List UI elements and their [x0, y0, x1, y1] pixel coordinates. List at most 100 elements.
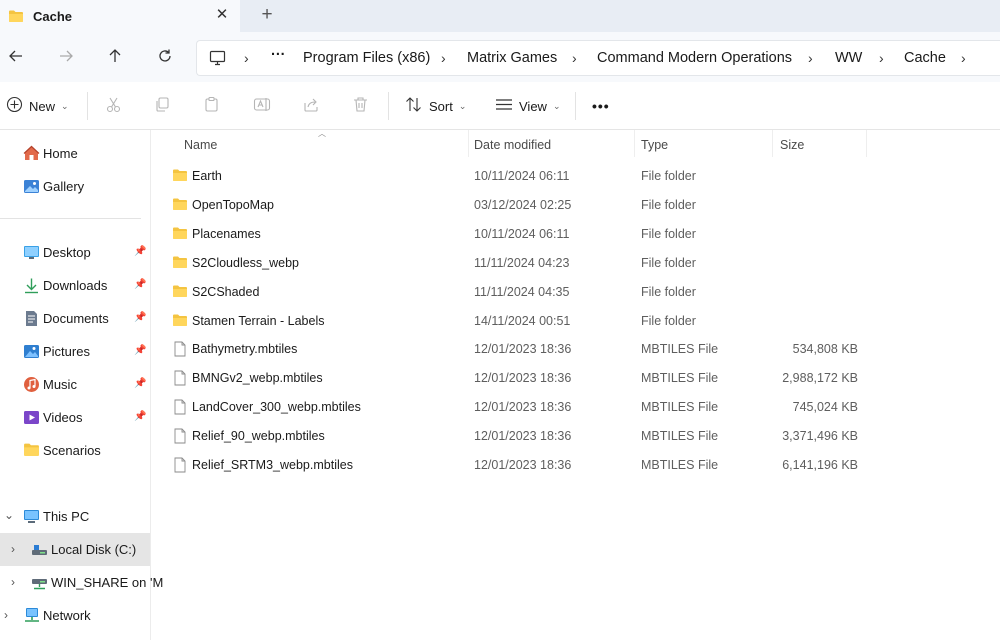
- column-header-type[interactable]: Type: [641, 138, 668, 152]
- file-icon: [172, 399, 188, 415]
- file-icon: [172, 428, 188, 444]
- chevron-down-icon[interactable]: ⌄: [4, 508, 14, 522]
- file-row[interactable]: Stamen Terrain - Labels 14/11/2024 00:51 F…: [152, 307, 1000, 336]
- folder-icon: [172, 284, 188, 300]
- breadcrumb-overflow[interactable]: ···: [271, 47, 286, 63]
- sidebar-item-downloads[interactable]: Downloads 📌: [0, 269, 150, 302]
- file-type: MBTILES File: [641, 371, 719, 386]
- file-date-modified: 12/01/2023 18:36: [474, 371, 572, 386]
- breadcrumb-current[interactable]: Cache: [904, 50, 946, 66]
- file-row[interactable]: Bathymetry.mbtiles 12/01/2023 18:36 MBTILE…: [152, 335, 1000, 364]
- share-icon: [303, 96, 320, 116]
- rename-button[interactable]: [253, 94, 271, 118]
- navigation-bar: › ··· Program Files (x86) › Matrix Games…: [0, 32, 1000, 82]
- refresh-icon: [157, 48, 173, 67]
- sidebar-item-scenarios[interactable]: Scenarios: [0, 434, 150, 467]
- file-row[interactable]: S2CShaded 11/11/2024 04:35 File folder: [152, 278, 1000, 307]
- breadcrumb-item[interactable]: Matrix Games: [467, 50, 557, 66]
- file-row[interactable]: Placenames 10/11/2024 06:11 File folder: [152, 220, 1000, 249]
- address-bar[interactable]: › ··· Program Files (x86) › Matrix Games…: [196, 40, 1000, 76]
- divider: [87, 92, 88, 120]
- pin-icon[interactable]: 📌: [134, 345, 146, 356]
- column-divider[interactable]: [468, 130, 469, 157]
- close-tab-icon[interactable]: ✕: [213, 6, 231, 24]
- sidebar-item-home[interactable]: Home: [0, 137, 150, 170]
- tab-cache[interactable]: Cache ✕: [0, 0, 240, 32]
- sidebar-item-music[interactable]: Music 📌: [0, 368, 150, 401]
- refresh-button[interactable]: [153, 45, 177, 69]
- pin-icon[interactable]: 📌: [134, 378, 146, 389]
- chevron-right-icon[interactable]: ›: [11, 575, 15, 589]
- sidebar-item-gallery[interactable]: Gallery: [0, 170, 150, 203]
- file-type: File folder: [641, 226, 696, 241]
- file-row[interactable]: S2Cloudless_webp 11/11/2024 04:23 File fol…: [152, 249, 1000, 278]
- up-button[interactable]: [103, 45, 127, 69]
- file-row[interactable]: Relief_90_webp.mbtiles 12/01/2023 18:36 MB…: [152, 422, 1000, 451]
- pictures-icon: [23, 343, 40, 360]
- view-label: View: [519, 98, 547, 114]
- delete-button[interactable]: [352, 94, 369, 118]
- sidebar-item-local-disk[interactable]: › Local Disk (C:): [0, 533, 150, 566]
- scissors-icon: [105, 96, 122, 116]
- paste-button[interactable]: [203, 94, 220, 118]
- file-row[interactable]: Earth 10/11/2024 06:11 File folder: [152, 162, 1000, 191]
- breadcrumb-separator[interactable]: ›: [808, 50, 813, 66]
- column-header-date[interactable]: Date modified: [474, 138, 551, 152]
- breadcrumb-item[interactable]: Command Modern Operations: [597, 50, 792, 66]
- file-date-modified: 10/11/2024 06:11: [474, 226, 570, 241]
- column-header-size[interactable]: Size: [780, 138, 804, 152]
- copy-icon: [154, 96, 171, 116]
- breadcrumb-separator[interactable]: ›: [441, 50, 446, 66]
- pc-icon[interactable]: [209, 50, 226, 69]
- cut-button[interactable]: [105, 94, 122, 118]
- breadcrumb-separator[interactable]: ›: [244, 50, 249, 66]
- sidebar-item-label: Scenarios: [43, 443, 101, 458]
- chevron-right-icon[interactable]: ›: [4, 608, 8, 622]
- file-date-modified: 12/01/2023 18:36: [474, 458, 572, 472]
- copy-button[interactable]: [154, 94, 171, 118]
- new-tab-button[interactable]: +: [257, 5, 277, 25]
- breadcrumb-separator[interactable]: ›: [572, 50, 577, 66]
- file-name: Relief_90_webp.mbtiles: [192, 429, 325, 444]
- file-date-modified: 12/01/2023 18:36: [474, 400, 572, 415]
- column-divider[interactable]: [866, 130, 867, 157]
- sidebar-item-this-pc[interactable]: ⌄ This PC: [0, 500, 150, 533]
- breadcrumb-item[interactable]: Program Files (x86): [303, 50, 430, 66]
- back-button[interactable]: [4, 45, 28, 69]
- file-date-modified: 12/01/2023 18:36: [474, 342, 572, 357]
- view-button[interactable]: View ⌄: [495, 94, 561, 118]
- forward-button[interactable]: [54, 45, 78, 69]
- file-row[interactable]: BMNGv2_webp.mbtiles 12/01/2023 18:36 MBTIL…: [152, 364, 1000, 393]
- share-button[interactable]: [303, 94, 320, 118]
- sidebar-item-network[interactable]: › Network: [0, 599, 150, 632]
- column-divider[interactable]: [634, 130, 635, 157]
- sidebar-item-network-share[interactable]: › WIN_SHARE on 'M: [0, 566, 163, 599]
- pin-icon[interactable]: 📌: [134, 246, 146, 257]
- chevron-right-icon[interactable]: ›: [11, 542, 15, 556]
- file-row[interactable]: LandCover_300_webp.mbtiles 12/01/2023 18:…: [152, 393, 1000, 422]
- sort-button[interactable]: Sort ⌄: [405, 94, 466, 118]
- breadcrumb-separator[interactable]: ›: [961, 50, 966, 66]
- sidebar-item-documents[interactable]: Documents 📌: [0, 302, 150, 335]
- sidebar-item-pictures[interactable]: Pictures 📌: [0, 335, 150, 368]
- sidebar-item-videos[interactable]: Videos 📌: [0, 401, 150, 434]
- divider: [388, 92, 389, 120]
- sidebar-item-desktop[interactable]: Desktop 📌: [0, 236, 150, 269]
- pin-icon[interactable]: 📌: [134, 312, 146, 323]
- arrow-right-icon: [58, 48, 74, 67]
- file-row[interactable]: Relief_SRTM3_webp.mbtiles 12/01/2023 18:3…: [152, 451, 1000, 480]
- pc-icon: [23, 508, 40, 525]
- chevron-down-icon: ⌄: [61, 100, 69, 111]
- column-header-name[interactable]: Name: [184, 138, 217, 152]
- file-row[interactable]: OpenTopoMap 03/12/2024 02:25 File folder: [152, 191, 1000, 220]
- new-button[interactable]: New ⌄: [6, 94, 69, 118]
- pin-icon[interactable]: 📌: [134, 279, 146, 290]
- breadcrumb-item[interactable]: WW: [835, 50, 862, 66]
- column-divider[interactable]: [772, 130, 773, 157]
- breadcrumb-separator[interactable]: ›: [879, 50, 884, 66]
- navigation-pane: Home Gallery Desktop 📌 Downloads 📌 Docum…: [0, 130, 163, 640]
- pin-icon[interactable]: 📌: [134, 411, 146, 422]
- file-type: MBTILES File: [641, 429, 719, 444]
- sidebar-item-label: Home: [43, 146, 78, 161]
- more-options-button[interactable]: •••: [592, 94, 610, 118]
